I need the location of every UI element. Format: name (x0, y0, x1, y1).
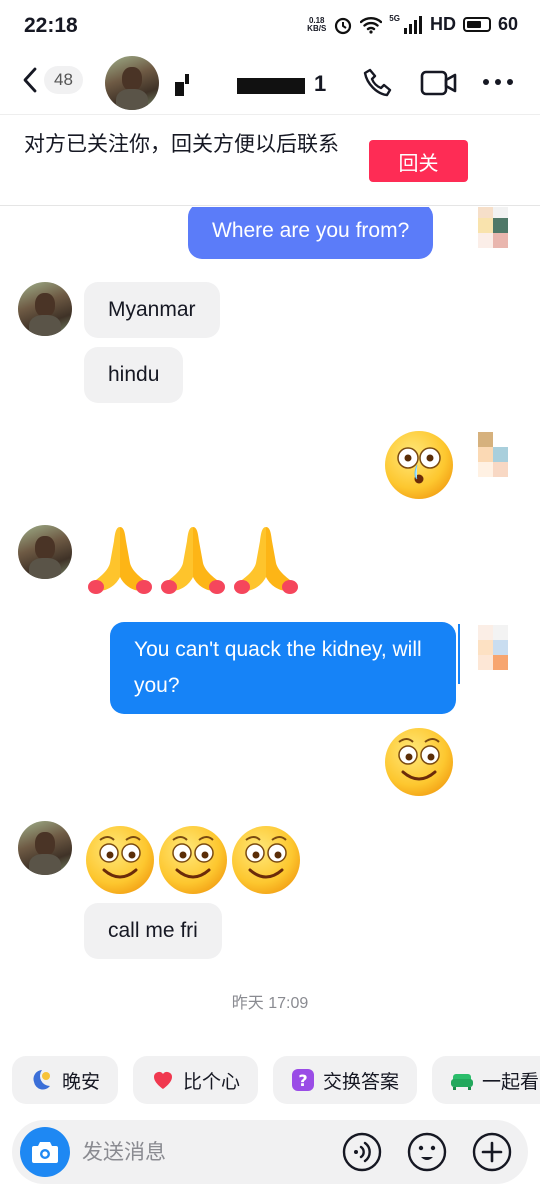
add-attachment-icon[interactable] (472, 1132, 512, 1172)
chip-label: 晚安 (62, 1071, 101, 1093)
voice-icon[interactable] (342, 1132, 382, 1172)
status-bar: 22:18 0.18 KB/S 5G HD 60 (0, 0, 540, 56)
emoji-picker-icon[interactable] (407, 1132, 447, 1172)
status-time: 22:18 (24, 14, 78, 37)
network-type: 5G (389, 14, 400, 23)
contact-name[interactable] (175, 71, 195, 97)
follow-back-text: 对方已关注你，回关方便以后联系 (24, 133, 339, 156)
contact-avatar[interactable] (18, 821, 72, 875)
self-avatar[interactable] (478, 207, 508, 249)
phone-call-icon[interactable] (362, 67, 394, 99)
message-timestamp: 昨天 17:09 (231, 995, 309, 1012)
video-call-icon[interactable] (420, 68, 458, 98)
received-message[interactable]: Myanmar (84, 282, 220, 338)
battery-level: 60 (497, 14, 518, 34)
net-speed: 0.18 KB/S (307, 15, 327, 33)
chip-watch-together[interactable]: 一起看 (432, 1056, 540, 1104)
message-list[interactable]: Where are you from? Myanmar hindu You ca… (0, 207, 540, 1047)
contact-name-suffix: 1 (314, 71, 327, 96)
wifi-icon (360, 16, 383, 34)
hd-label: HD (429, 14, 456, 34)
back-button[interactable]: 48 (22, 66, 83, 94)
chip-label: 一起看 (482, 1071, 540, 1093)
self-avatar[interactable] (478, 625, 508, 671)
sofa-icon (451, 1074, 473, 1090)
sent-message[interactable]: Where are you from? (188, 207, 434, 259)
smile-emoji-icon[interactable] (383, 726, 455, 798)
chat-header: 48 1 (0, 56, 540, 112)
alarm-icon (335, 17, 352, 34)
quick-reply-bar: 晚安 比个心 ? 交换答案 一起看 (0, 1056, 540, 1104)
smile-emoji-icon[interactable] (84, 824, 156, 896)
self-avatar[interactable] (478, 432, 508, 478)
chevron-left-icon (23, 67, 37, 93)
name-glyph (175, 74, 189, 97)
status-icons: 0.18 KB/S 5G HD 60 (307, 14, 518, 35)
unread-badge: 48 (44, 66, 83, 94)
moon-sleep-icon (33, 1070, 50, 1090)
redacted-name (237, 78, 305, 94)
message-input-bar (12, 1120, 528, 1184)
camera-button[interactable] (20, 1127, 70, 1177)
contact-avatar[interactable] (18, 282, 72, 336)
signal-icon (403, 15, 422, 34)
bubble-edge (458, 624, 460, 684)
received-message[interactable]: call me fri (84, 903, 222, 959)
follow-back-button[interactable]: 回关 (369, 140, 468, 182)
received-message[interactable]: hindu (84, 347, 184, 403)
praying-hands-icon[interactable] (84, 521, 156, 597)
chip-label: 比个心 (183, 1071, 241, 1093)
sent-message[interactable]: You can't quack the kidney, will you? (110, 622, 456, 714)
smile-emoji-icon[interactable] (157, 824, 229, 896)
chip-goodnight[interactable]: 晚安 (12, 1056, 119, 1104)
more-icon[interactable] (481, 76, 515, 88)
smile-emoji-icon[interactable] (230, 824, 302, 896)
praying-hands-icon[interactable] (157, 521, 229, 597)
contact-avatar[interactable] (18, 525, 72, 579)
follow-back-banner: 对方已关注你，回关方便以后联系 回关 (0, 114, 540, 206)
heart-icon (154, 1072, 172, 1089)
surprised-emoji-icon[interactable] (383, 429, 455, 501)
chip-label: 交换答案 (323, 1071, 400, 1093)
contact-avatar[interactable] (105, 56, 159, 110)
camera-icon (32, 1142, 58, 1163)
chip-exchange-answers[interactable]: ? 交换答案 (273, 1056, 418, 1104)
battery-icon (462, 17, 491, 32)
message-input[interactable] (82, 1134, 332, 1170)
praying-hands-icon[interactable] (230, 521, 302, 597)
chip-heart[interactable]: 比个心 (133, 1056, 259, 1104)
svg-text:?: ? (298, 1071, 307, 1090)
question-icon: ? (292, 1069, 314, 1091)
